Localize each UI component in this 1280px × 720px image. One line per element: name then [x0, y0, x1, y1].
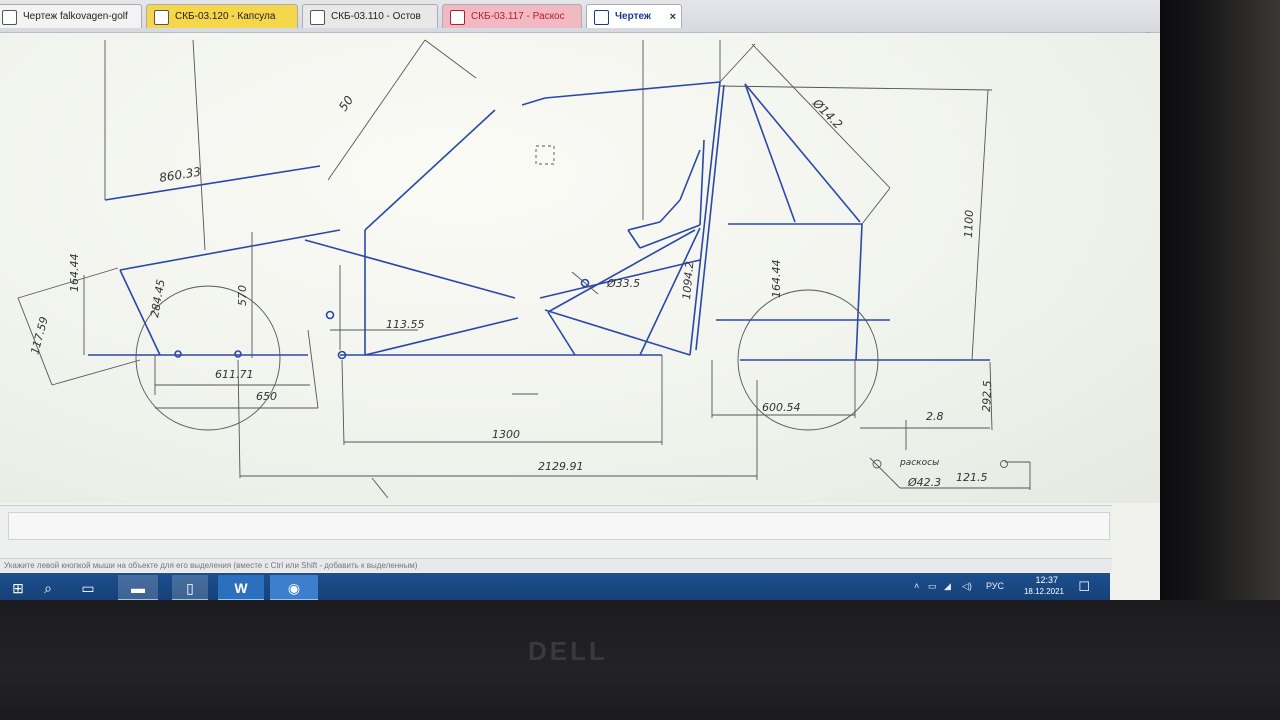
document-tab-bar: Чертеж falkovagen-golf СКБ-03.120 - Капс… [0, 0, 1160, 40]
status-bar: Укажите левой кнопкой мыши на объекте дл… [0, 558, 1112, 572]
assembly-icon [154, 10, 169, 25]
tab-ostov[interactable]: СКБ-03.110 - Остов [302, 4, 438, 28]
notification-icon[interactable]: ☐ [1078, 579, 1090, 595]
dim-650: 650 [256, 390, 277, 403]
tab-label: СКБ-03.120 - Капсула [175, 11, 276, 22]
dim-1300: 1300 [492, 428, 520, 441]
dimension-lines [17, 39, 1031, 499]
tab-label: Чертеж falkovagen-golf [23, 11, 128, 22]
dim-860: 860.33 [158, 165, 202, 185]
dim-600: 600.54 [762, 401, 801, 414]
tab-kapsula[interactable]: СКБ-03.120 - Капсула [146, 4, 298, 28]
tab-chertezh[interactable]: Чертеж × [586, 4, 682, 28]
monitor-bezel-bottom [0, 600, 1280, 720]
task-view-icon[interactable]: ▭ [70, 575, 106, 600]
dim-570: 570 [236, 285, 249, 306]
command-input[interactable] [8, 512, 1110, 540]
windows-taskbar: ⊞ ⌕ ▭ ▬ ▯ W ◉ ˄ ▭ ◢ ◁) РУС 12:37 18.12.2… [0, 573, 1110, 600]
command-panel [0, 505, 1112, 558]
dim-611: 611.71 [215, 368, 254, 381]
search-icon[interactable]: ⌕ [30, 575, 66, 600]
language-indicator[interactable]: РУС [986, 581, 1004, 591]
drawing-icon [594, 10, 609, 25]
file-explorer-icon[interactable]: ▬ [118, 575, 158, 600]
close-icon[interactable]: × [670, 5, 676, 28]
note-raskosy: раскосы [899, 458, 939, 468]
dim-292: 292.5 [980, 380, 994, 412]
dim-diameter-33: Ø33.5 [606, 277, 640, 290]
clock-time[interactable]: 12:37 [1035, 575, 1058, 585]
tab-falkovagen-drawing[interactable]: Чертеж falkovagen-golf [0, 4, 142, 28]
network-icon[interactable]: ▭ [928, 581, 937, 592]
dim-2129: 2129.91 [538, 460, 584, 473]
tab-label: СКБ-03.117 - Раскос [471, 11, 565, 22]
chevron-up-icon[interactable]: ˄ [914, 581, 919, 591]
file-manager-icon[interactable]: ▯ [172, 575, 208, 600]
dim-1094: 1094.2 [680, 261, 696, 300]
kompas-app-icon[interactable]: ◉ [270, 575, 318, 600]
volume-icon[interactable]: ◁) [962, 581, 972, 592]
technical-drawing: 860.33 50 117.59 164.44 284.45 570 611.7… [17, 39, 1031, 499]
part-outline-lines [88, 81, 990, 361]
system-tray: ˄ ▭ ◢ ◁) РУС 12:37 18.12.2021 ☐ [910, 573, 1110, 600]
dim-1100: 1100 [962, 210, 976, 238]
dim-diameter-14: Ø14.2 [809, 96, 845, 132]
dim-164-left: 164.44 [68, 254, 81, 293]
dim-164-right: 164.44 [770, 260, 783, 299]
word-app-icon[interactable]: W [218, 575, 264, 600]
dim-50: 50 [336, 93, 356, 114]
signal-icon[interactable]: ◢ [944, 581, 951, 592]
part-icon [450, 10, 465, 25]
dim-284: 284.45 [148, 278, 167, 318]
dim-2-8: 2.8 [926, 410, 944, 423]
assembly-icon [310, 10, 325, 25]
monitor-screen: Чертеж falkovagen-golf СКБ-03.120 - Капс… [0, 0, 1160, 600]
document-icon [2, 10, 17, 25]
tab-label: СКБ-03.110 - Остов [331, 11, 421, 22]
dim-117: 117.59 [28, 315, 51, 356]
dim-113: 113.55 [386, 318, 425, 331]
dell-logo: DELL [528, 636, 608, 666]
tab-raskos[interactable]: СКБ-03.117 - Раскос [442, 4, 582, 28]
tab-label: Чертеж [615, 11, 651, 22]
clock-date[interactable]: 18.12.2021 [1024, 587, 1064, 596]
dim-diameter-42: Ø42.3 [907, 476, 941, 489]
dimension-labels: 860.33 50 117.59 164.44 284.45 570 611.7… [28, 93, 994, 489]
drawing-canvas[interactable]: 860.33 50 117.59 164.44 284.45 570 611.7… [0, 33, 1160, 503]
dim-121: 121.5 [956, 471, 988, 484]
